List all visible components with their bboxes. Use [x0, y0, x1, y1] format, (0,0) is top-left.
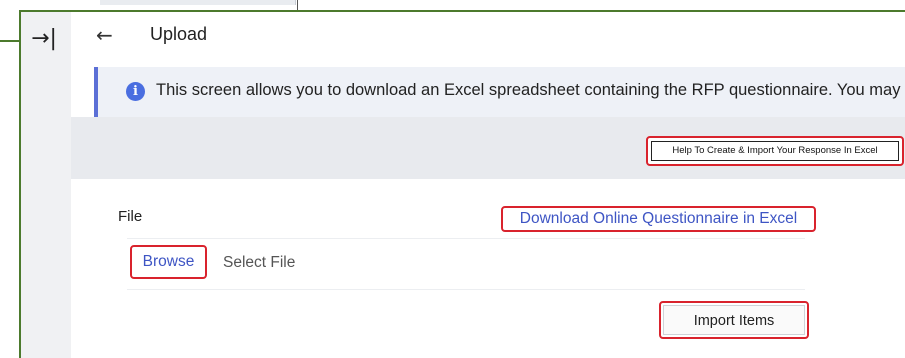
select-file-placeholder[interactable]: Select File: [223, 254, 295, 272]
page-title: Upload: [150, 24, 208, 44]
browse-button[interactable]: Browse: [130, 245, 207, 279]
arrow-left-icon[interactable]: ←: [96, 22, 122, 48]
info-banner: i This screen allows you to download an …: [94, 67, 905, 117]
file-label: File: [118, 208, 143, 225]
top-tab[interactable]: [100, 0, 296, 5]
help-import-excel-label: Help To Create & Import Your Response In…: [651, 141, 899, 161]
info-banner-text: This screen allows you to download an Ex…: [156, 81, 901, 99]
help-import-excel-button[interactable]: Help To Create & Import Your Response In…: [646, 136, 904, 166]
download-questionnaire-link[interactable]: Download Online Questionnaire in Excel: [501, 206, 816, 232]
import-items-label: Import Items: [663, 305, 805, 335]
connector-line: [0, 40, 20, 42]
info-icon: i: [126, 82, 145, 101]
arrow-to-right-bar-icon[interactable]: →|: [29, 24, 59, 54]
side-rail: [21, 12, 71, 358]
screen: →| ← Upload i This screen allows you to …: [0, 0, 905, 358]
import-items-button[interactable]: Import Items: [659, 301, 809, 339]
